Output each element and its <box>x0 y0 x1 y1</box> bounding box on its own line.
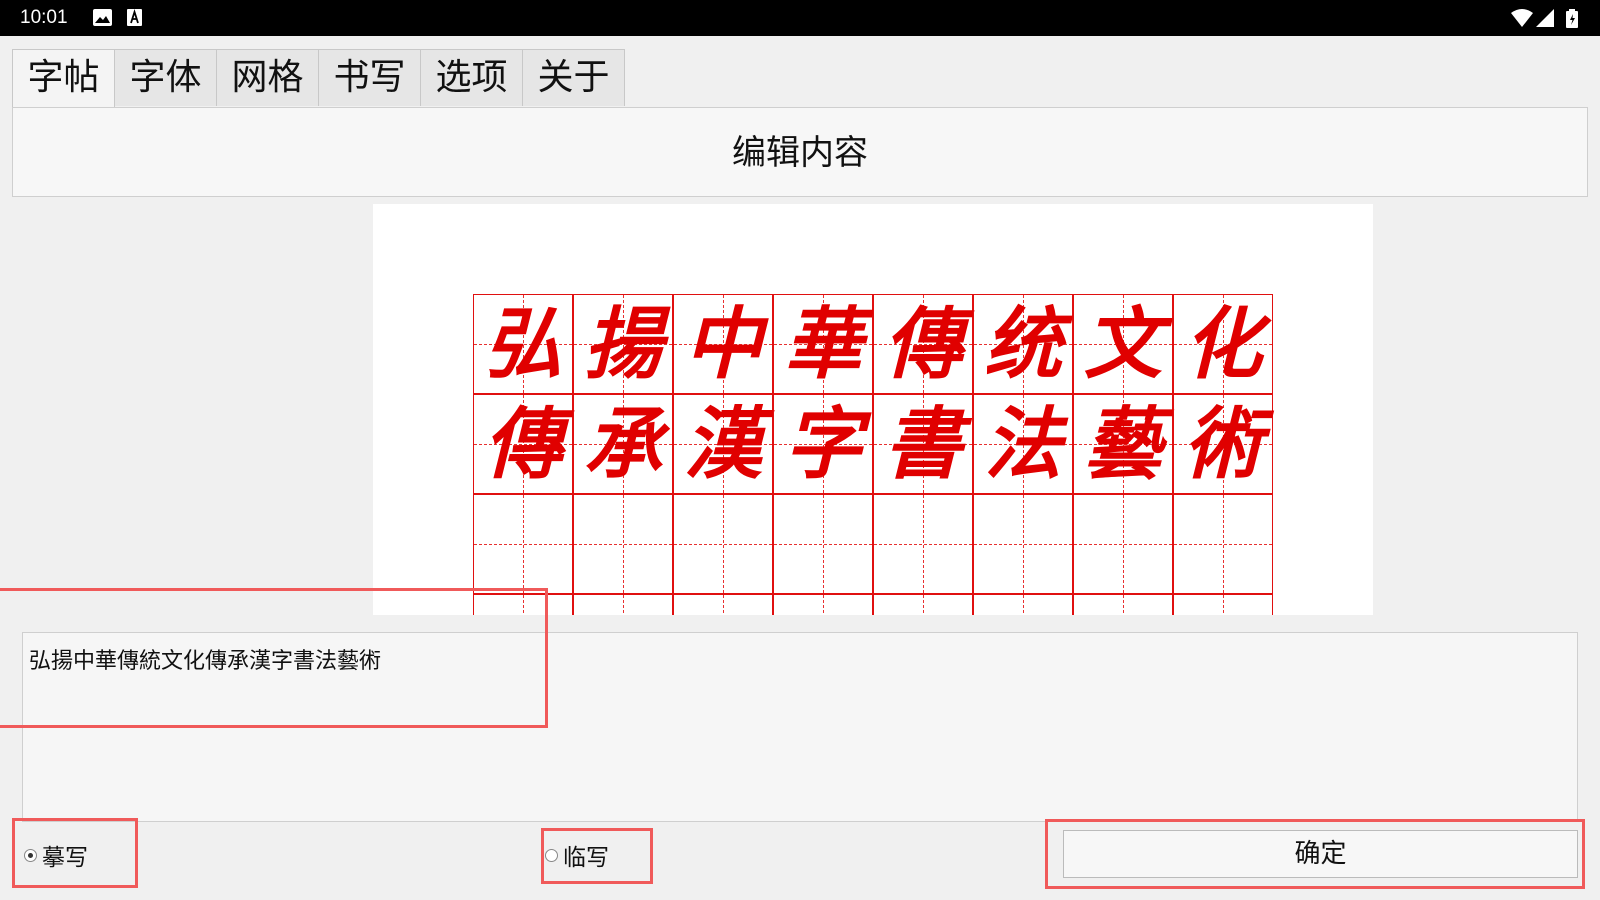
grid-cell <box>873 494 973 594</box>
edit-content-button[interactable]: 编辑内容 <box>12 107 1588 197</box>
copybook-grid: 弘揚中華傳统文化傳承漢字書法藝術 <box>473 294 1274 615</box>
tab-1[interactable]: 字体 <box>114 49 217 106</box>
image-icon <box>93 9 112 26</box>
grid-cell: 字 <box>773 394 873 494</box>
grid-character: 承 <box>583 399 662 490</box>
grid-cell: 藝 <box>1073 394 1173 494</box>
grid-character: 書 <box>883 399 962 490</box>
grid-cell: 法 <box>973 394 1073 494</box>
radio-trace-mode[interactable]: 摹写 <box>24 838 88 872</box>
grid-character: 揚 <box>583 299 662 390</box>
grid-cell: 化 <box>1173 294 1273 394</box>
radio-indicator-trace[interactable] <box>24 848 37 862</box>
tab-3[interactable]: 书写 <box>318 49 421 106</box>
tab-2[interactable]: 网格 <box>216 49 319 106</box>
grid-cell <box>473 594 573 615</box>
grid-character: 弘 <box>483 299 562 390</box>
grid-cell <box>1173 594 1273 615</box>
signal-icon <box>1536 9 1554 27</box>
tab-bar: 字帖 字体 网格 书写 选项 关于 <box>12 49 625 107</box>
grid-cell <box>973 494 1073 594</box>
grid-cell <box>1173 494 1273 594</box>
tab-4[interactable]: 选项 <box>420 49 523 106</box>
radio-label-copy: 临写 <box>563 845 609 871</box>
radio-copy-mode[interactable]: 临写 <box>545 838 609 872</box>
grid-cell <box>473 494 573 594</box>
grid-cell: 傳 <box>873 294 973 394</box>
grid-cell <box>673 594 773 615</box>
wifi-icon <box>1511 9 1533 27</box>
grid-character: 中 <box>683 299 762 390</box>
status-bar: 10:01 <box>0 0 1600 36</box>
grid-cell: 承 <box>573 394 673 494</box>
grid-cell: 漢 <box>673 394 773 494</box>
grid-cell <box>673 494 773 594</box>
tab-5[interactable]: 关于 <box>522 49 625 106</box>
grid-character: 统 <box>983 299 1062 390</box>
tab-0[interactable]: 字帖 <box>12 49 115 107</box>
grid-cell: 術 <box>1173 394 1273 494</box>
grid-character: 傳 <box>883 299 962 390</box>
grid-cell: 中 <box>673 294 773 394</box>
grid-character: 華 <box>783 299 862 390</box>
keyboard-a-icon <box>127 9 142 26</box>
grid-cell <box>773 494 873 594</box>
grid-character: 字 <box>783 399 862 490</box>
grid-character: 傳 <box>483 399 562 490</box>
status-time: 10:01 <box>20 7 68 28</box>
grid-character: 化 <box>1183 299 1262 390</box>
grid-character: 法 <box>983 399 1062 490</box>
grid-cell <box>573 494 673 594</box>
grid-cell: 统 <box>973 294 1073 394</box>
grid-character: 藝 <box>1083 399 1162 490</box>
copybook-preview: 弘揚中華傳统文化傳承漢字書法藝術 <box>373 204 1373 615</box>
grid-cell <box>1073 594 1173 615</box>
grid-cell <box>573 594 673 615</box>
content-textarea[interactable]: 弘揚中華傳統文化傳承漢字書法藝術 <box>22 632 1578 822</box>
grid-character: 文 <box>1083 299 1162 390</box>
grid-character: 漢 <box>683 399 762 490</box>
grid-cell: 書 <box>873 394 973 494</box>
grid-cell: 弘 <box>473 294 573 394</box>
grid-cell <box>973 594 1073 615</box>
grid-cell <box>773 594 873 615</box>
grid-cell: 傳 <box>473 394 573 494</box>
grid-cell: 華 <box>773 294 873 394</box>
grid-character: 術 <box>1183 399 1262 490</box>
grid-cell: 文 <box>1073 294 1173 394</box>
confirm-button[interactable]: 确定 <box>1063 830 1578 878</box>
grid-cell <box>1073 494 1173 594</box>
battery-icon <box>1566 9 1578 28</box>
grid-cell: 揚 <box>573 294 673 394</box>
grid-cell <box>873 594 973 615</box>
radio-label-trace: 摹写 <box>42 845 88 871</box>
radio-indicator-copy[interactable] <box>545 848 558 862</box>
